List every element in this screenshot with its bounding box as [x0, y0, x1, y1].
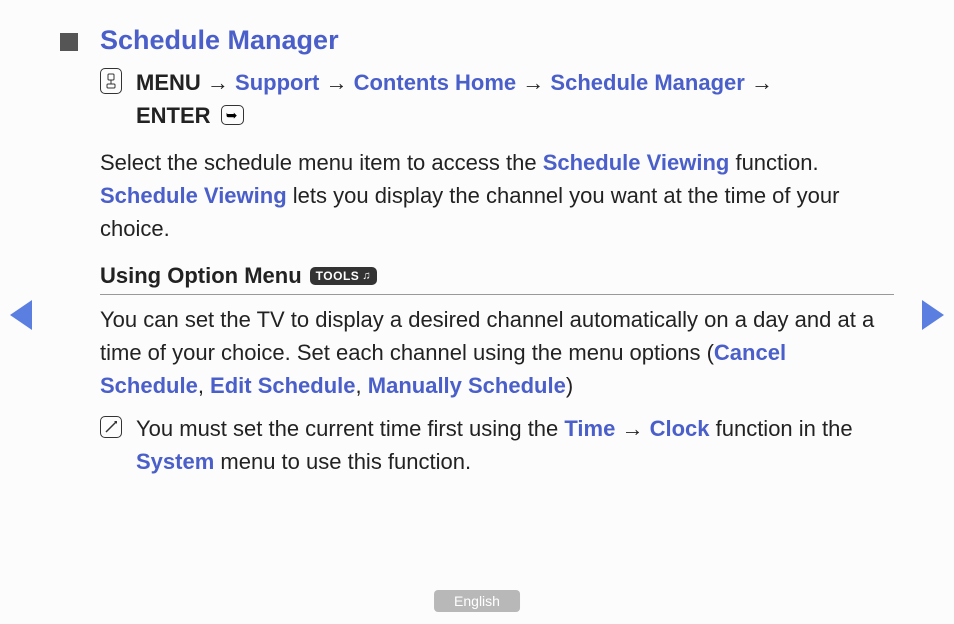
link-system: System [136, 449, 214, 474]
note-text: You must set the current time first usin… [136, 412, 894, 478]
language-badge: English [434, 590, 520, 612]
page-title: Schedule Manager [100, 25, 339, 56]
menu-path-text: MENU → Support → Contents Home → Schedul… [136, 66, 773, 132]
link-time: Time [564, 416, 615, 441]
link-schedule-viewing: Schedule Viewing [543, 150, 730, 175]
page-content: Schedule Manager MENU → Support → Conten… [60, 25, 894, 478]
menu-label: MENU [136, 70, 201, 95]
note-icon [100, 416, 122, 438]
link-schedule-viewing-2: Schedule Viewing [100, 183, 287, 208]
note-row: You must set the current time first usin… [100, 412, 894, 478]
enter-label: ENTER [136, 103, 211, 128]
tools-icon: TOOLS♫ [310, 267, 377, 285]
option-paragraph: You can set the TV to display a desired … [100, 303, 894, 402]
path-schedule-manager: Schedule Manager [550, 70, 744, 95]
option-menu-heading: Using Option Menu TOOLS♫ [100, 263, 894, 295]
link-manually-schedule: Manually Schedule [368, 373, 566, 398]
link-clock: Clock [650, 416, 710, 441]
title-row: Schedule Manager [60, 25, 894, 56]
link-edit-schedule: Edit Schedule [210, 373, 355, 398]
bullet-icon [60, 33, 78, 51]
prev-page-arrow[interactable] [10, 300, 32, 330]
menu-path-row: MENU → Support → Contents Home → Schedul… [100, 66, 894, 132]
path-contents-home: Contents Home [354, 70, 517, 95]
intro-paragraph: Select the schedule menu item to access … [100, 146, 894, 245]
remote-menu-icon [100, 68, 122, 94]
enter-icon: ➥ [221, 105, 245, 125]
path-support: Support [235, 70, 319, 95]
next-page-arrow[interactable] [922, 300, 944, 330]
